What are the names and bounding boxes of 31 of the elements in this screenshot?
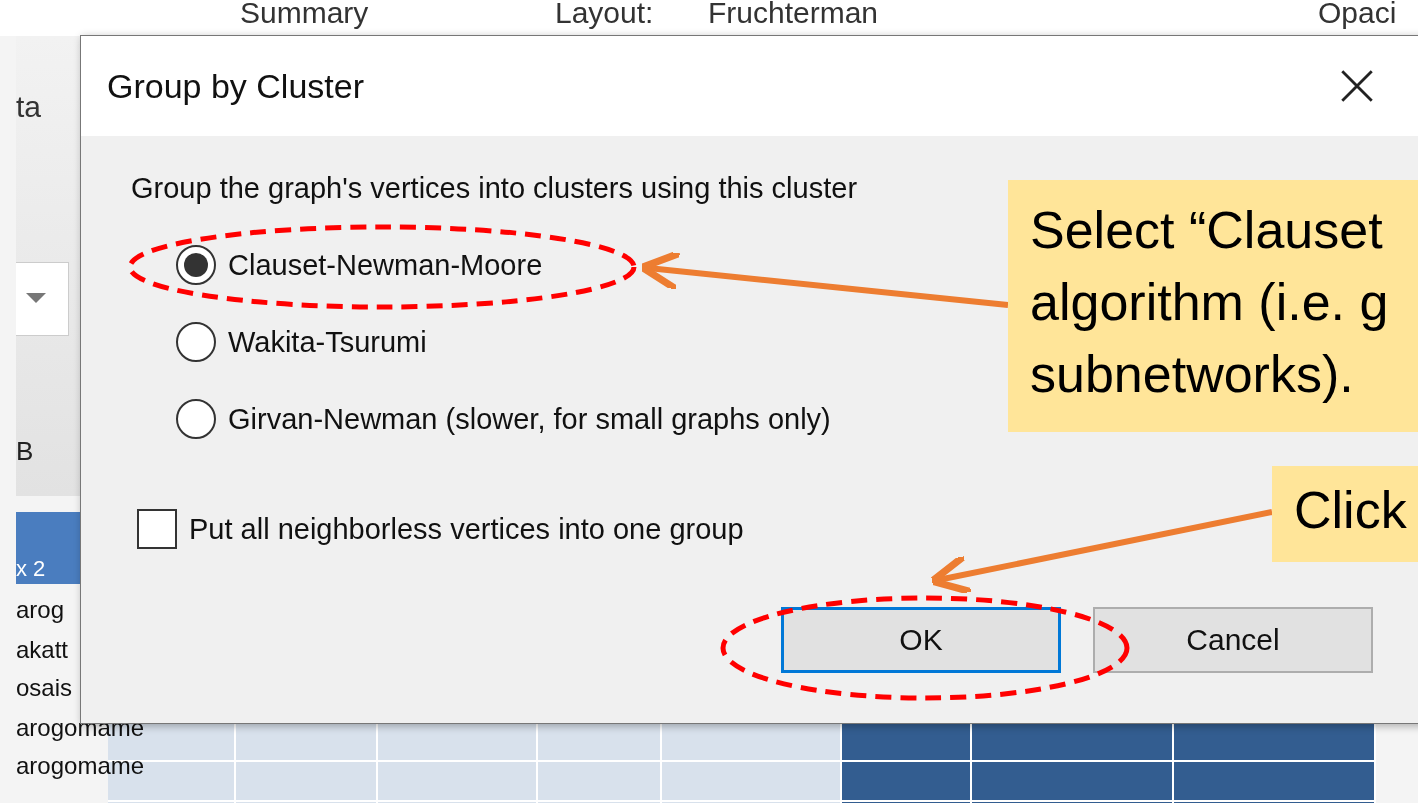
column-letter: B	[16, 436, 34, 467]
dialog-button[interactable]: OK	[781, 607, 1061, 673]
callout-text: algorithm (i.e. g	[1030, 272, 1390, 333]
prompt-text: Group the graph's vertices into clusters using this cluster	[131, 172, 859, 205]
dropdown-arrow-icon	[26, 293, 46, 303]
table-cell: arog	[16, 598, 65, 622]
callout-text: subnetworks).	[1030, 344, 1355, 405]
menu-label[interactable]: ta	[16, 92, 42, 122]
callout-text: Click	[1294, 482, 1408, 538]
checkbox[interactable]	[137, 509, 177, 549]
ribbon-label: Fruchterman	[708, 0, 879, 28]
ribbon-label: Opaci	[1318, 0, 1397, 28]
table-cell: osais	[16, 676, 73, 700]
dropdown[interactable]	[16, 262, 69, 336]
table-cell: akatt	[16, 638, 69, 662]
radio-label[interactable]: Wakita-Tsurumi	[228, 325, 427, 359]
dialog-button[interactable]: Cancel	[1093, 607, 1373, 673]
radio-label[interactable]: Clauset-Newman-Moore	[228, 248, 543, 282]
checkbox-label[interactable]: Put all neighborless vertices into one group	[189, 512, 744, 546]
radio-label[interactable]: Girvan-Newman (slower, for small graphs only)	[228, 402, 831, 436]
radio-button[interactable]	[176, 245, 216, 285]
dialog-title: Group by Cluster	[107, 66, 364, 106]
radio-button[interactable]	[176, 322, 216, 362]
table-cell: arogomame	[16, 716, 145, 740]
table-cell: arogomame	[16, 754, 145, 778]
ribbon-label: Summary	[240, 0, 369, 28]
column-header-text: x 2	[16, 556, 46, 582]
radio-button[interactable]	[176, 399, 216, 439]
ribbon-label: Layout:	[555, 0, 654, 28]
close-icon[interactable]	[1340, 69, 1374, 103]
callout-text: Select “Clauset	[1030, 200, 1384, 261]
